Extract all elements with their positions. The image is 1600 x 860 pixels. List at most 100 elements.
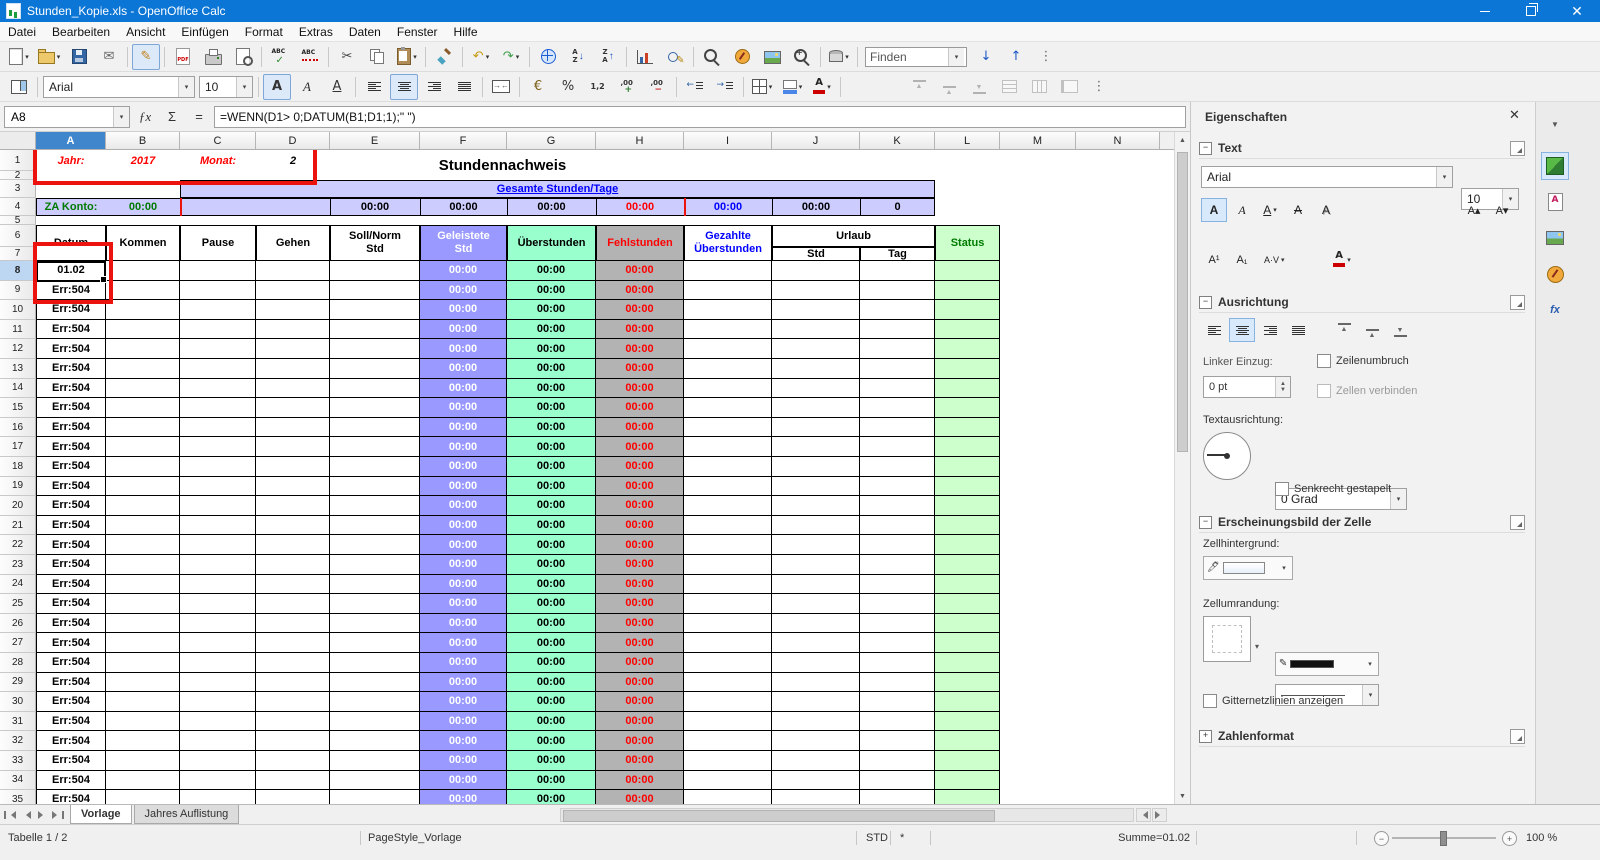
cell-D14[interactable] — [256, 378, 330, 399]
cell-G18[interactable]: 00:00 — [507, 457, 596, 477]
cell-E20[interactable] — [330, 496, 420, 516]
cell-J27[interactable] — [772, 633, 860, 653]
cell-F13[interactable]: 00:00 — [420, 359, 507, 379]
sheet-tab-jahres-auflistung[interactable]: Jahres Auflistung — [133, 805, 240, 824]
page-preview-button[interactable] — [229, 44, 257, 70]
cell-A31[interactable]: Err:504 — [36, 711, 106, 732]
deck-navigator-button[interactable] — [1541, 260, 1569, 288]
cell-J34[interactable] — [772, 770, 860, 791]
cell-I12[interactable] — [684, 339, 772, 359]
row-header-7[interactable]: 7 — [0, 247, 36, 261]
column-header-N[interactable]: N — [1076, 132, 1160, 149]
cell-K30[interactable] — [860, 692, 935, 712]
cell-D34[interactable] — [256, 770, 330, 791]
export-pdf-button[interactable] — [169, 44, 197, 70]
cell-C25[interactable] — [180, 594, 256, 614]
cell-B29[interactable] — [106, 672, 180, 693]
italic-button[interactable]: A — [293, 74, 321, 100]
cell-C14[interactable] — [180, 378, 256, 399]
cell-J33[interactable] — [772, 751, 860, 771]
cell-C26[interactable] — [180, 613, 256, 634]
hyperlink-button[interactable] — [534, 44, 562, 70]
cell-F16[interactable]: 00:00 — [420, 417, 507, 438]
row-header-9[interactable]: 9 — [0, 280, 36, 301]
cell-C19[interactable] — [180, 476, 256, 497]
cell-H22[interactable]: 00:00 — [596, 535, 684, 555]
cell-J12[interactable] — [772, 339, 860, 359]
cell-B27[interactable] — [106, 633, 180, 653]
cell-H20[interactable]: 00:00 — [596, 496, 684, 516]
minimize-button[interactable] — [1462, 0, 1508, 22]
cell-F24[interactable]: 00:00 — [420, 574, 507, 595]
cell-D28[interactable] — [256, 653, 330, 673]
last-sheet-button[interactable] — [50, 807, 66, 822]
cell-C21[interactable] — [180, 515, 256, 536]
text-orientation-dial[interactable] — [1203, 432, 1251, 480]
cell-B9[interactable] — [106, 280, 180, 301]
cell-G31[interactable]: 00:00 — [507, 711, 596, 732]
cell-G33[interactable]: 00:00 — [507, 751, 596, 771]
row-header-1[interactable]: 1 — [0, 150, 36, 171]
row-header-32[interactable]: 32 — [0, 731, 36, 751]
cell-I30[interactable] — [684, 692, 772, 712]
cell-E19[interactable] — [330, 476, 420, 497]
navigator-button[interactable] — [728, 44, 756, 70]
cell-E16[interactable] — [330, 417, 420, 438]
format-toolbar-options-button[interactable]: ⋮ — [1085, 74, 1113, 100]
row-header-30[interactable]: 30 — [0, 692, 36, 712]
cell-E17[interactable] — [330, 437, 420, 457]
sort-descending-button[interactable]: Z A ↑ — [594, 44, 622, 70]
cell-J9[interactable] — [772, 280, 860, 301]
cell-F11[interactable]: 00:00 — [420, 319, 507, 340]
cell-L31[interactable] — [935, 711, 1000, 732]
cell-E22[interactable] — [330, 535, 420, 555]
cell-E32[interactable] — [330, 731, 420, 751]
cell-C32[interactable] — [180, 731, 256, 751]
row-header-31[interactable]: 31 — [0, 711, 36, 732]
cell-L35[interactable] — [935, 790, 1000, 804]
cell-H33[interactable]: 00:00 — [596, 751, 684, 771]
borders-button[interactable]: ▾ — [748, 74, 776, 100]
cell-K31[interactable] — [860, 711, 935, 732]
cell-H11[interactable]: 00:00 — [596, 319, 684, 340]
deck-gallery-button[interactable] — [1541, 224, 1569, 252]
cell-G26[interactable]: 00:00 — [507, 613, 596, 634]
cell-I13[interactable] — [684, 359, 772, 379]
page-style[interactable]: PageStyle_Vorlage — [368, 832, 462, 844]
underline-button[interactable]: A — [323, 74, 351, 100]
row-header-20[interactable]: 20 — [0, 496, 36, 516]
font-name-combobox[interactable]: Arial ▾ — [43, 75, 195, 98]
data-sources-button[interactable]: ▾ — [825, 44, 853, 70]
cell-L16[interactable] — [935, 417, 1000, 438]
cell-G30[interactable]: 00:00 — [507, 692, 596, 712]
cell-G27[interactable]: 00:00 — [507, 633, 596, 653]
cell-H25[interactable]: 00:00 — [596, 594, 684, 614]
row-header-17[interactable]: 17 — [0, 437, 36, 457]
cell-J19[interactable] — [772, 476, 860, 497]
cell-K25[interactable] — [860, 594, 935, 614]
cell-I9[interactable] — [684, 280, 772, 301]
row-header-3[interactable]: 3 — [0, 180, 36, 198]
row-header-28[interactable]: 28 — [0, 653, 36, 673]
cell-A25[interactable]: Err:504 — [36, 594, 106, 614]
cell-C35[interactable] — [180, 790, 256, 804]
cell-L27[interactable] — [935, 633, 1000, 653]
cell-H19[interactable]: 00:00 — [596, 476, 684, 497]
cell-K33[interactable] — [860, 751, 935, 771]
header-pause[interactable]: Pause — [180, 225, 256, 261]
cell-B30[interactable] — [106, 692, 180, 712]
cell-E34[interactable] — [330, 770, 420, 791]
cell-I24[interactable] — [684, 574, 772, 595]
row-header-23[interactable]: 23 — [0, 555, 36, 575]
cell-G13[interactable]: 00:00 — [507, 359, 596, 379]
undo-button[interactable]: ↶ ▾ — [467, 44, 495, 70]
cell-F17[interactable]: 00:00 — [420, 437, 507, 457]
background-color-button[interactable]: ▾ — [778, 74, 806, 100]
cell-K22[interactable] — [860, 535, 935, 555]
cell-F4[interactable]: 00:00 — [420, 198, 507, 216]
number-format-dialog-icon[interactable] — [1510, 728, 1525, 744]
cell-K4[interactable]: 0 — [860, 198, 935, 216]
cell-G22[interactable]: 00:00 — [507, 535, 596, 555]
row-header-21[interactable]: 21 — [0, 515, 36, 536]
row-header-13[interactable]: 13 — [0, 359, 36, 379]
